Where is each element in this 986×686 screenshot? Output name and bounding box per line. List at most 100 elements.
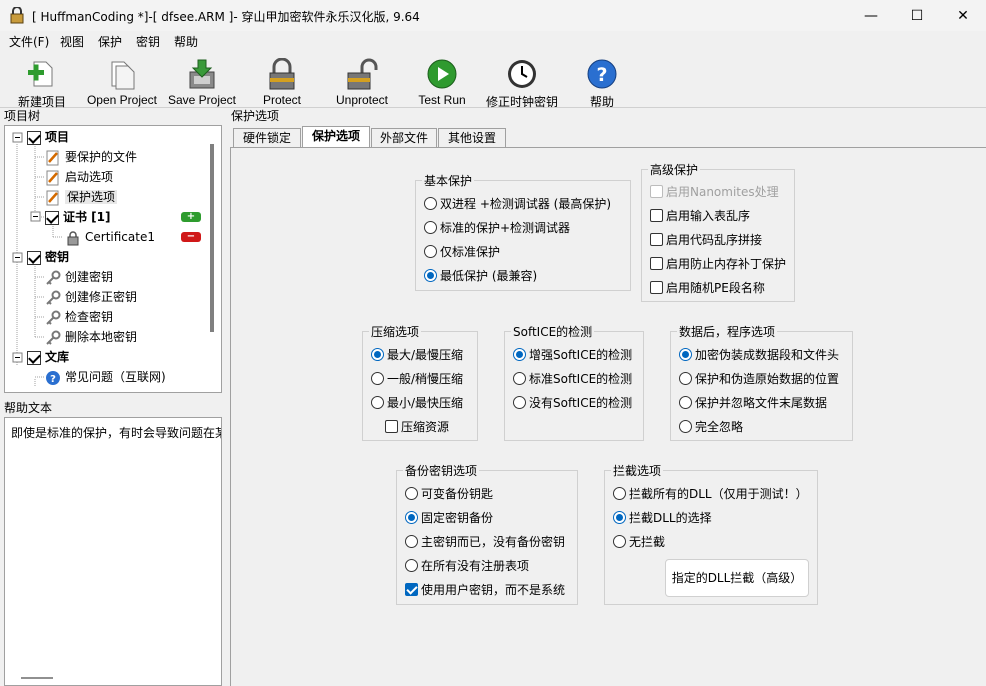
tab-hardware-lock[interactable]: 硬件锁定	[233, 128, 301, 148]
advanced-option-memory-patch[interactable]: 启用防止内存补丁保护	[650, 255, 786, 273]
tab-other-settings[interactable]: 其他设置	[438, 128, 506, 148]
remove-certificate-button[interactable]: −	[181, 232, 201, 242]
pencil-doc-icon	[46, 150, 59, 165]
afterdata-option-encrypt[interactable]: 加密伪装成数据段和文件头	[679, 346, 839, 364]
clock-icon	[508, 60, 536, 88]
menu-protect[interactable]: 保护	[98, 33, 122, 50]
checkbox-icon	[650, 281, 663, 294]
tree-node-protection-options[interactable]: 保护选项	[45, 188, 118, 206]
tree-node-keys[interactable]: 密钥	[27, 248, 69, 266]
compress-option-min[interactable]: 最小/最快压缩	[371, 394, 463, 412]
checkbox-checked-icon	[405, 583, 418, 596]
menu-file[interactable]: 文件(F)	[9, 33, 49, 50]
compress-resources-checkbox[interactable]: 压缩资源	[385, 418, 449, 436]
play-icon	[427, 59, 457, 89]
menu-keys[interactable]: 密钥	[136, 33, 160, 50]
window-title: [ HuffmanCoding *]-[ dfsee.ARM ]- 穿山甲加密软…	[32, 10, 420, 24]
menu-view[interactable]: 视图	[60, 33, 84, 50]
softice-option-none[interactable]: 没有SoftICE的检测	[513, 394, 632, 412]
backup-option-master-only[interactable]: 主密钥而已，没有备份密钥	[405, 533, 565, 551]
help-text: 即使是标准的保护，有时会导致问题在某	[11, 426, 222, 440]
compression-title: 压缩选项	[369, 323, 422, 340]
minimize-button[interactable]: —	[848, 0, 894, 31]
maximize-button[interactable]: ☐	[894, 0, 940, 31]
new-project-button[interactable]: 新建项目	[12, 56, 72, 109]
softice-option-standard[interactable]: 标准SoftICE的检测	[513, 370, 632, 388]
radio-selected-icon	[513, 348, 526, 361]
radio-icon	[613, 487, 626, 500]
tree-node-create-fix-key[interactable]: 创建修正密钥	[45, 288, 137, 306]
afterdata-option-protect-ignore[interactable]: 保护并忽略文件末尾数据	[679, 394, 827, 412]
basic-option-minimum[interactable]: 最低保护 (最兼容)	[424, 267, 537, 285]
tree-node-certificates[interactable]: 证书 [1]	[45, 208, 111, 226]
tree-node-delete-local-key[interactable]: 删除本地密钥	[45, 328, 137, 346]
advanced-option-code-splice[interactable]: 启用代码乱序拼接	[650, 231, 762, 249]
lock-icon	[269, 58, 295, 90]
tree-node-check-key[interactable]: 检查密钥	[45, 308, 113, 326]
basic-option-standard-only[interactable]: 仅标准保护	[424, 243, 500, 261]
tree-node-startup-options[interactable]: 启动选项	[45, 168, 113, 186]
basic-protection-title: 基本保护	[422, 172, 475, 189]
compress-option-max[interactable]: 最大/最慢压缩	[371, 346, 463, 364]
advanced-option-nanomites[interactable]: 启用Nanomites处理	[650, 183, 779, 201]
tab-external-files[interactable]: 外部文件	[371, 128, 437, 148]
help-text-box: 即使是标准的保护，有时会导致问题在某	[4, 417, 222, 686]
radio-icon	[679, 372, 692, 385]
save-project-button[interactable]: Save Project	[164, 56, 240, 107]
help-button[interactable]: ? 帮助	[580, 56, 624, 109]
backup-option-no-registry[interactable]: 在所有没有注册表项	[405, 557, 529, 575]
intercept-option-all[interactable]: 拦截所有的DLL（仅用于测试！）	[613, 485, 808, 503]
intercept-option-none[interactable]: 无拦截	[613, 533, 665, 551]
help-header: 帮助文本	[0, 400, 224, 416]
unprotect-button[interactable]: Unprotect	[328, 56, 396, 107]
tree-node-library[interactable]: 文库	[27, 348, 69, 366]
tree-scrollbar[interactable]	[210, 144, 214, 332]
afterdata-option-protect-forge[interactable]: 保护和伪造原始数据的位置	[679, 370, 839, 388]
radio-icon	[679, 420, 692, 433]
radio-icon	[405, 559, 418, 572]
backup-option-fixed[interactable]: 固定密钥备份	[405, 509, 493, 527]
fix-clock-key-button[interactable]: 修正时钟密钥	[484, 56, 560, 109]
protect-label: Protect	[262, 93, 301, 107]
tree-node-files-to-protect[interactable]: 要保护的文件	[45, 148, 137, 166]
advanced-protection-title: 高级保护	[648, 161, 701, 178]
help-scroll-grip[interactable]	[21, 677, 53, 679]
advanced-option-import-shuffle[interactable]: 启用输入表乱序	[650, 207, 750, 225]
radio-selected-icon	[371, 348, 384, 361]
softice-group: SoftICE的检测 增强SoftICE的检测 标准SoftICE的检测 没有S…	[504, 323, 644, 441]
intercept-option-selected[interactable]: 拦截DLL的选择	[613, 509, 712, 527]
close-button[interactable]: ✕	[940, 0, 986, 31]
project-tree: 项目 要保护的文件 启动选项 保护选项 证书 [1] + Certificate…	[4, 125, 222, 393]
tab-protection-options[interactable]: 保护选项	[302, 126, 370, 148]
radio-icon	[405, 487, 418, 500]
radio-icon	[613, 535, 626, 548]
advanced-protection-group: 高级保护 启用Nanomites处理 启用输入表乱序 启用代码乱序拼接 启用防止…	[641, 161, 795, 302]
tree-node-create-key[interactable]: 创建密钥	[45, 268, 113, 286]
add-certificate-button[interactable]: +	[181, 212, 201, 222]
test-run-button[interactable]: Test Run	[410, 56, 474, 107]
menu-bar: 文件(F) 视图 保护 密钥 帮助	[0, 31, 986, 51]
toolbar: 新建项目 Open Project Save Project Protect U…	[0, 51, 986, 109]
menu-help[interactable]: 帮助	[174, 33, 198, 50]
specify-dll-intercept-button[interactable]: 指定的DLL拦截（高级）	[665, 559, 809, 597]
softice-option-enhanced[interactable]: 增强SoftICE的检测	[513, 346, 632, 364]
save-project-label: Save Project	[167, 93, 237, 107]
afterdata-option-ignore[interactable]: 完全忽略	[679, 418, 743, 436]
main-header: 保护选项	[227, 108, 986, 124]
basic-option-standard-debugger[interactable]: 标准的保护+检测调试器	[424, 219, 570, 237]
tree-node-faq[interactable]: ? 常见问题（互联网)	[45, 368, 166, 386]
advanced-option-random-pe[interactable]: 启用随机PE段名称	[650, 279, 765, 297]
backup-option-variable[interactable]: 可变备份钥匙	[405, 485, 493, 503]
basic-option-dual-process[interactable]: 双进程 +检测调试器 (最高保护)	[424, 195, 611, 213]
keys-check-icon	[27, 250, 41, 265]
compress-option-normal[interactable]: 一般/稍慢压缩	[371, 370, 463, 388]
checkbox-icon	[650, 257, 663, 270]
open-project-button[interactable]: Open Project	[82, 56, 162, 107]
tree-node-project[interactable]: 项目	[27, 128, 69, 146]
after-data-group: 数据后，程序选项 加密伪装成数据段和文件头 保护和伪造原始数据的位置 保护并忽略…	[670, 323, 853, 441]
tree-node-certificate1[interactable]: Certificate1	[65, 228, 155, 246]
checkbox-disabled-icon	[650, 185, 663, 198]
key-icon	[46, 310, 61, 325]
use-user-key-checkbox[interactable]: 使用用户密钥，而不是系统	[405, 581, 565, 599]
protect-button[interactable]: Protect	[254, 56, 310, 107]
